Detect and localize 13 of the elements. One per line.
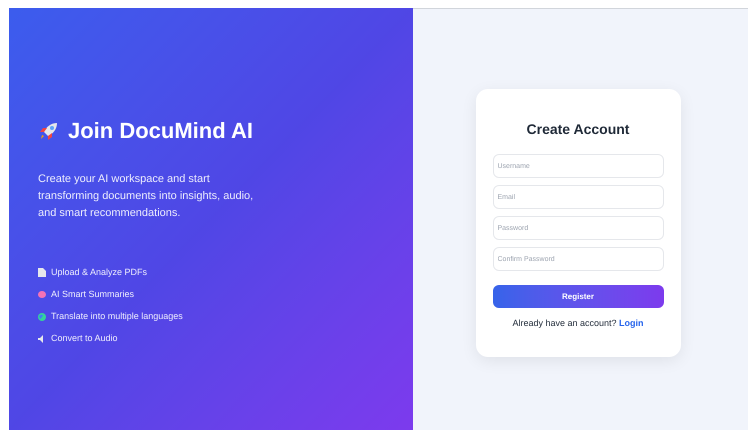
speaker-icon <box>38 334 46 342</box>
hero-title: Join DocuMind AI <box>68 117 253 145</box>
feature-label: Convert to Audio <box>51 332 118 345</box>
login-prompt: Already have an account? <box>512 318 617 328</box>
document-icon <box>38 268 46 277</box>
feature-label: Translate into multiple languages <box>51 310 183 323</box>
feature-label: AI Smart Summaries <box>51 288 134 301</box>
feature-label: Upload & Analyze PDFs <box>51 266 148 279</box>
register-button[interactable]: Register <box>492 285 664 308</box>
hero-description: Create your AI workspace and start transforming documents into insights, audio, and smart recommendations. <box>38 172 254 221</box>
form-title: Create Account <box>526 120 630 139</box>
login-link[interactable]: Login <box>619 318 644 328</box>
globe-icon <box>38 312 46 320</box>
